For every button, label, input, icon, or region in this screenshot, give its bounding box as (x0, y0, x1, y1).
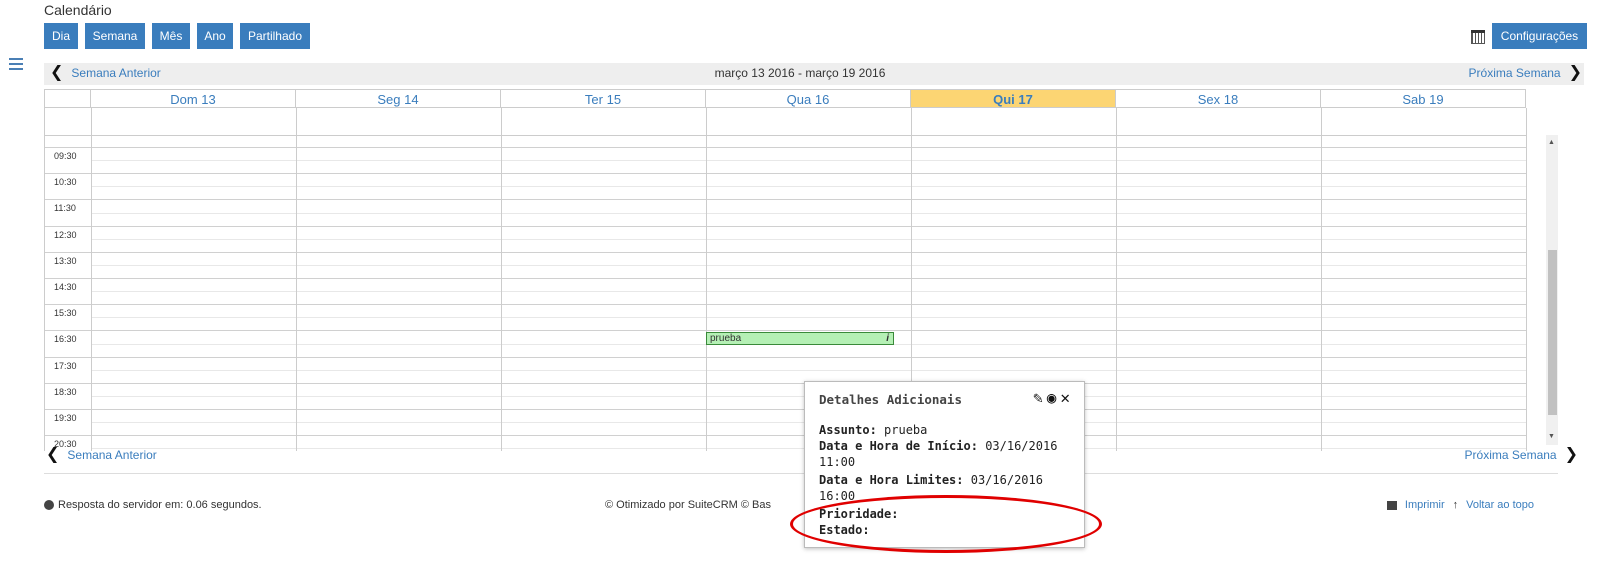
week-grid: Dom 13 Seg 14 Ter 15 Qua 16 Qui 17 Sex 18 Sab … (44, 89, 1558, 451)
half-hour-line (91, 264, 1526, 266)
column-line (44, 108, 45, 451)
end-date: 03/16/2016 (970, 473, 1043, 487)
start-line: Data e Hora de Início: 03/16/2016 11:00 (819, 438, 1074, 470)
time-label: 11:30 (54, 203, 76, 214)
arrow-up-icon: ↑ (1452, 499, 1459, 511)
event-title: prueba (710, 333, 742, 344)
chevron-right-icon: ❯ (1568, 64, 1582, 81)
prev-week-label: Semana Anterior (67, 448, 157, 462)
time-label: 14:30 (54, 282, 77, 292)
hour-line (44, 225, 1526, 227)
subject-label: Assunto: (819, 423, 877, 437)
column-line (1321, 108, 1322, 451)
column-line (1526, 108, 1527, 451)
hour-line (44, 278, 1526, 279)
hour-line (44, 173, 1526, 175)
hour-line (44, 304, 1526, 306)
all-day-row[interactable] (44, 108, 1526, 136)
divider (44, 473, 1558, 474)
time-label: 09:30 (54, 151, 77, 161)
calendar-page: Calendário Dia Semana Mês Ano Partilhado… (0, 0, 1600, 563)
day-header[interactable]: Dom 13 (91, 89, 296, 108)
start-label: Data e Hora de Início: (819, 439, 978, 453)
page-title: Calendário (44, 2, 112, 18)
grid-scrollbar[interactable]: ▲ ▼ (1546, 135, 1558, 445)
view-month-button[interactable]: Mês (152, 23, 190, 49)
view-shared-button[interactable]: Partilhado (240, 23, 310, 49)
hour-line (44, 199, 1526, 201)
next-week-label: Próxima Semana (1468, 66, 1561, 80)
week-range: março 13 2016 - março 19 2016 (714, 66, 886, 80)
chevron-left-icon: ❮ (46, 446, 60, 463)
time-label: 17:30 (54, 360, 77, 371)
column-line (501, 108, 502, 451)
next-week-link-bottom[interactable]: Próxima Semana ❯ (1464, 446, 1578, 463)
start-date: 03/16/2016 (985, 439, 1058, 453)
view-week-button[interactable]: Semana (85, 23, 145, 49)
half-hour-line (91, 212, 1526, 214)
settings-button[interactable]: Configurações (1492, 23, 1587, 49)
close-icon[interactable]: ✕ (1060, 388, 1070, 407)
calendar-event[interactable]: prueba i (706, 332, 894, 345)
start-time: 11:00 (819, 455, 856, 469)
hour-line (44, 382, 1526, 384)
half-hour-line (91, 291, 1526, 293)
footer-actions: Imprimir ↑ Voltar ao topo (1386, 499, 1534, 511)
day-header[interactable]: Qui 17 (911, 89, 1116, 108)
time-column-header (44, 89, 91, 108)
prev-week-link-bottom[interactable]: ❮ Semana Anterior (46, 446, 157, 463)
edit-icon[interactable]: ✎ (1033, 388, 1043, 407)
globe-icon (44, 500, 54, 510)
end-label: Data e Hora Limites: (819, 473, 964, 487)
column-line (706, 108, 707, 451)
view-day-button[interactable]: Dia (44, 23, 78, 49)
next-week-link[interactable]: Próxima Semana ❯ (1468, 64, 1582, 81)
back-to-top-link[interactable]: Voltar ao topo (1466, 499, 1534, 511)
powered-by: © Otimizado por SuiteCRM © Bas (605, 499, 771, 511)
hour-line (44, 409, 1526, 410)
day-header[interactable]: Sex 18 (1116, 89, 1321, 108)
print-link[interactable]: Imprimir (1405, 499, 1445, 511)
column-line (296, 108, 297, 451)
view-year-button[interactable]: Ano (197, 23, 233, 49)
view-icon[interactable]: ◉ (1047, 388, 1057, 407)
column-line (91, 108, 92, 451)
info-icon[interactable]: i (886, 333, 889, 344)
scroll-thumb[interactable] (1548, 250, 1557, 415)
hour-line (44, 147, 1526, 148)
time-label: 15:30 (54, 308, 77, 319)
half-hour-line (91, 186, 1526, 188)
subject-value: prueba (884, 423, 928, 437)
server-response-text: Resposta do servidor em: 0.06 segundos. (58, 499, 262, 511)
half-hour-line (91, 369, 1526, 371)
annotation-ellipse (790, 495, 1102, 553)
subject-line: Assunto: prueba (819, 422, 1074, 438)
popup-title: Detalhes Adicionais (819, 392, 962, 407)
day-header[interactable]: Sab 19 (1321, 89, 1526, 108)
time-label: 12:30 (54, 229, 77, 240)
time-label: 16:30 (54, 334, 77, 345)
day-header[interactable]: Ter 15 (501, 89, 706, 108)
time-label: 19:30 (54, 413, 77, 423)
half-hour-line (91, 317, 1526, 319)
hour-line (44, 251, 1526, 253)
next-week-label: Próxima Semana (1464, 448, 1557, 462)
time-label: 13:30 (54, 255, 77, 266)
half-hour-line (91, 238, 1526, 240)
scroll-up-icon[interactable]: ▲ (1548, 139, 1555, 146)
hour-line (44, 356, 1526, 358)
hour-line (44, 435, 1526, 437)
printer-icon (1386, 500, 1397, 510)
column-line (1116, 108, 1117, 451)
calendar-icon[interactable] (1471, 30, 1485, 44)
day-header[interactable]: Seg 14 (296, 89, 501, 108)
time-label: 18:30 (54, 386, 77, 397)
day-header[interactable]: Qua 16 (706, 89, 911, 108)
chevron-right-icon: ❯ (1564, 446, 1578, 463)
scroll-down-icon[interactable]: ▼ (1548, 433, 1555, 440)
half-hour-line (91, 160, 1526, 162)
time-label: 10:30 (54, 177, 77, 188)
server-response: Resposta do servidor em: 0.06 segundos. (44, 499, 262, 511)
